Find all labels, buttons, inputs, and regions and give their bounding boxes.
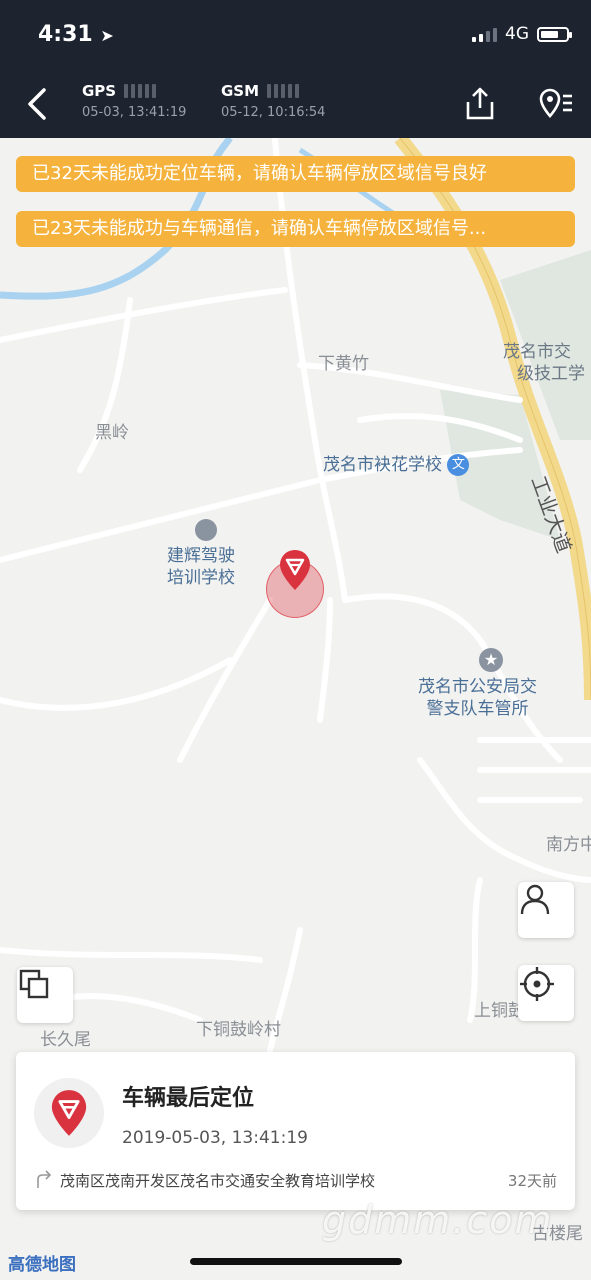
- card-title: 车辆最后定位: [122, 1086, 255, 1111]
- gps-alert-banner[interactable]: 已32天未能成功定位车辆，请确认车辆停放区域信号良好: [16, 156, 575, 192]
- vehicle-location-card[interactable]: 车辆最后定位 2019-05-03, 13:41:19 茂南区茂南开发区茂名市交…: [16, 1052, 575, 1210]
- vehicle-pin-icon[interactable]: [278, 549, 312, 591]
- map-label-school[interactable]: 茂名市袂花学校 文: [323, 454, 470, 476]
- layers-icon: [19, 969, 49, 999]
- gsm-label: GSM: [221, 82, 260, 100]
- card-address: 茂南区茂南开发区茂名市交通安全教育培训学校: [60, 1172, 376, 1190]
- gps-label: GPS: [82, 82, 117, 100]
- locate-button[interactable]: [518, 965, 574, 1021]
- gsm-time: 05-12, 10:16:54: [221, 105, 326, 120]
- map-label-driving-school[interactable]: 建辉驾驶 培训学校: [167, 545, 235, 589]
- status-bar: 4:31 ➤ 4G: [0, 0, 591, 70]
- map-label-tech-school[interactable]: 茂名市交 级技工学: [503, 341, 585, 385]
- gsm-status: GSM 05-12, 10:16:54: [221, 82, 325, 120]
- map-label-nan-fang: 南方中: [546, 835, 591, 855]
- map-label-police[interactable]: 茂名市公安局交 警支队车管所: [418, 676, 537, 720]
- gsm-alert-banner[interactable]: 已23天未能成功与车辆通信，请确认车辆停放区域信号...: [16, 211, 575, 247]
- layers-button[interactable]: [17, 967, 73, 1023]
- person-icon: [520, 884, 550, 915]
- gps-signal-icon: [124, 84, 157, 98]
- map-label-chang-jiu-wei: 长久尾: [40, 1030, 91, 1050]
- map-provider-logo: 高德地图: [8, 1255, 76, 1275]
- status-time: 4:31 ➤: [38, 22, 114, 47]
- location-list-icon[interactable]: [536, 84, 576, 124]
- gps-time: 05-03, 13:41:19: [82, 105, 187, 120]
- card-time-ago: 32天前: [507, 1172, 557, 1190]
- gps-status: GPS 05-03, 13:41:19: [82, 82, 186, 120]
- map-label-xia-huang-zhu: 下黄竹: [318, 354, 369, 374]
- cell-signal-icon: [472, 26, 497, 42]
- network-type: 4G: [505, 24, 529, 44]
- upload-icon[interactable]: [460, 84, 500, 124]
- vehicle-pin-icon: [51, 1090, 87, 1136]
- nav-bar: GPS 05-03, 13:41:19 GSM 05-12, 10:16:54: [0, 70, 591, 138]
- watermark: gdmm.com: [322, 1198, 554, 1242]
- car-icon: [195, 519, 217, 541]
- battery-icon: [537, 26, 572, 42]
- route-arrow-icon: [37, 1170, 52, 1188]
- locate-icon: [520, 967, 554, 1001]
- back-icon[interactable]: [22, 84, 56, 124]
- gsm-signal-icon: [267, 84, 300, 98]
- police-star-icon: ★: [479, 648, 503, 672]
- school-icon: 文: [447, 454, 470, 476]
- person-button[interactable]: [518, 882, 574, 938]
- map-label-xia-tong-village: 下铜鼓岭村: [196, 1020, 281, 1040]
- map-label-hei-ling: 黑岭: [95, 423, 129, 443]
- card-time: 2019-05-03, 13:41:19: [122, 1128, 308, 1148]
- brand-logo: [34, 1078, 104, 1148]
- home-indicator[interactable]: [190, 1258, 402, 1265]
- status-indicators: 4G: [472, 24, 572, 44]
